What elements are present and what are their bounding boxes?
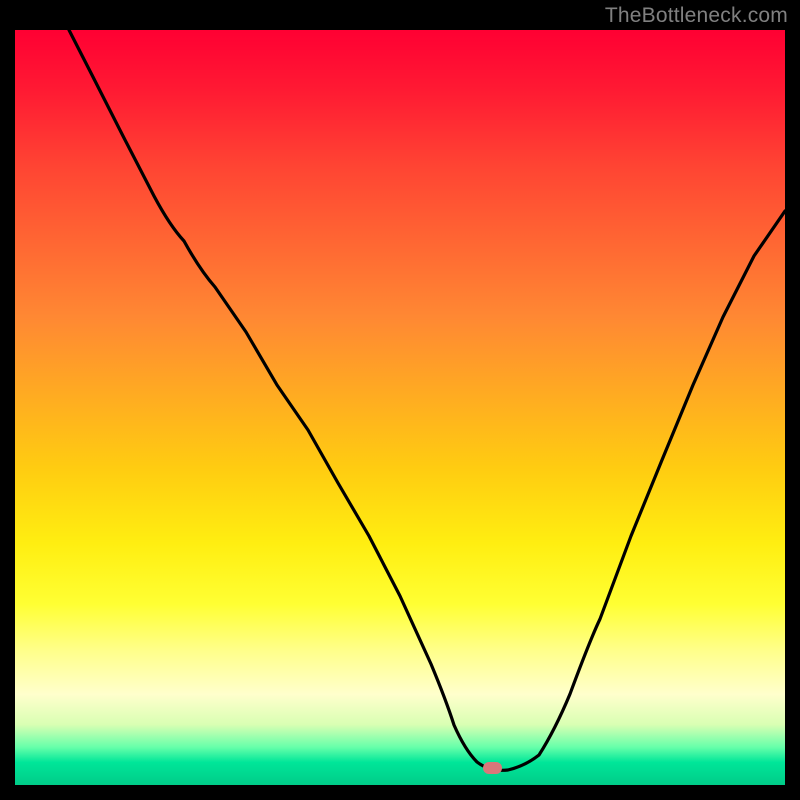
plot-area [15,30,785,785]
bottleneck-curve [15,30,785,785]
chart-frame: TheBottleneck.com [0,0,800,800]
watermark-text: TheBottleneck.com [605,4,788,28]
optimum-marker [483,762,502,774]
